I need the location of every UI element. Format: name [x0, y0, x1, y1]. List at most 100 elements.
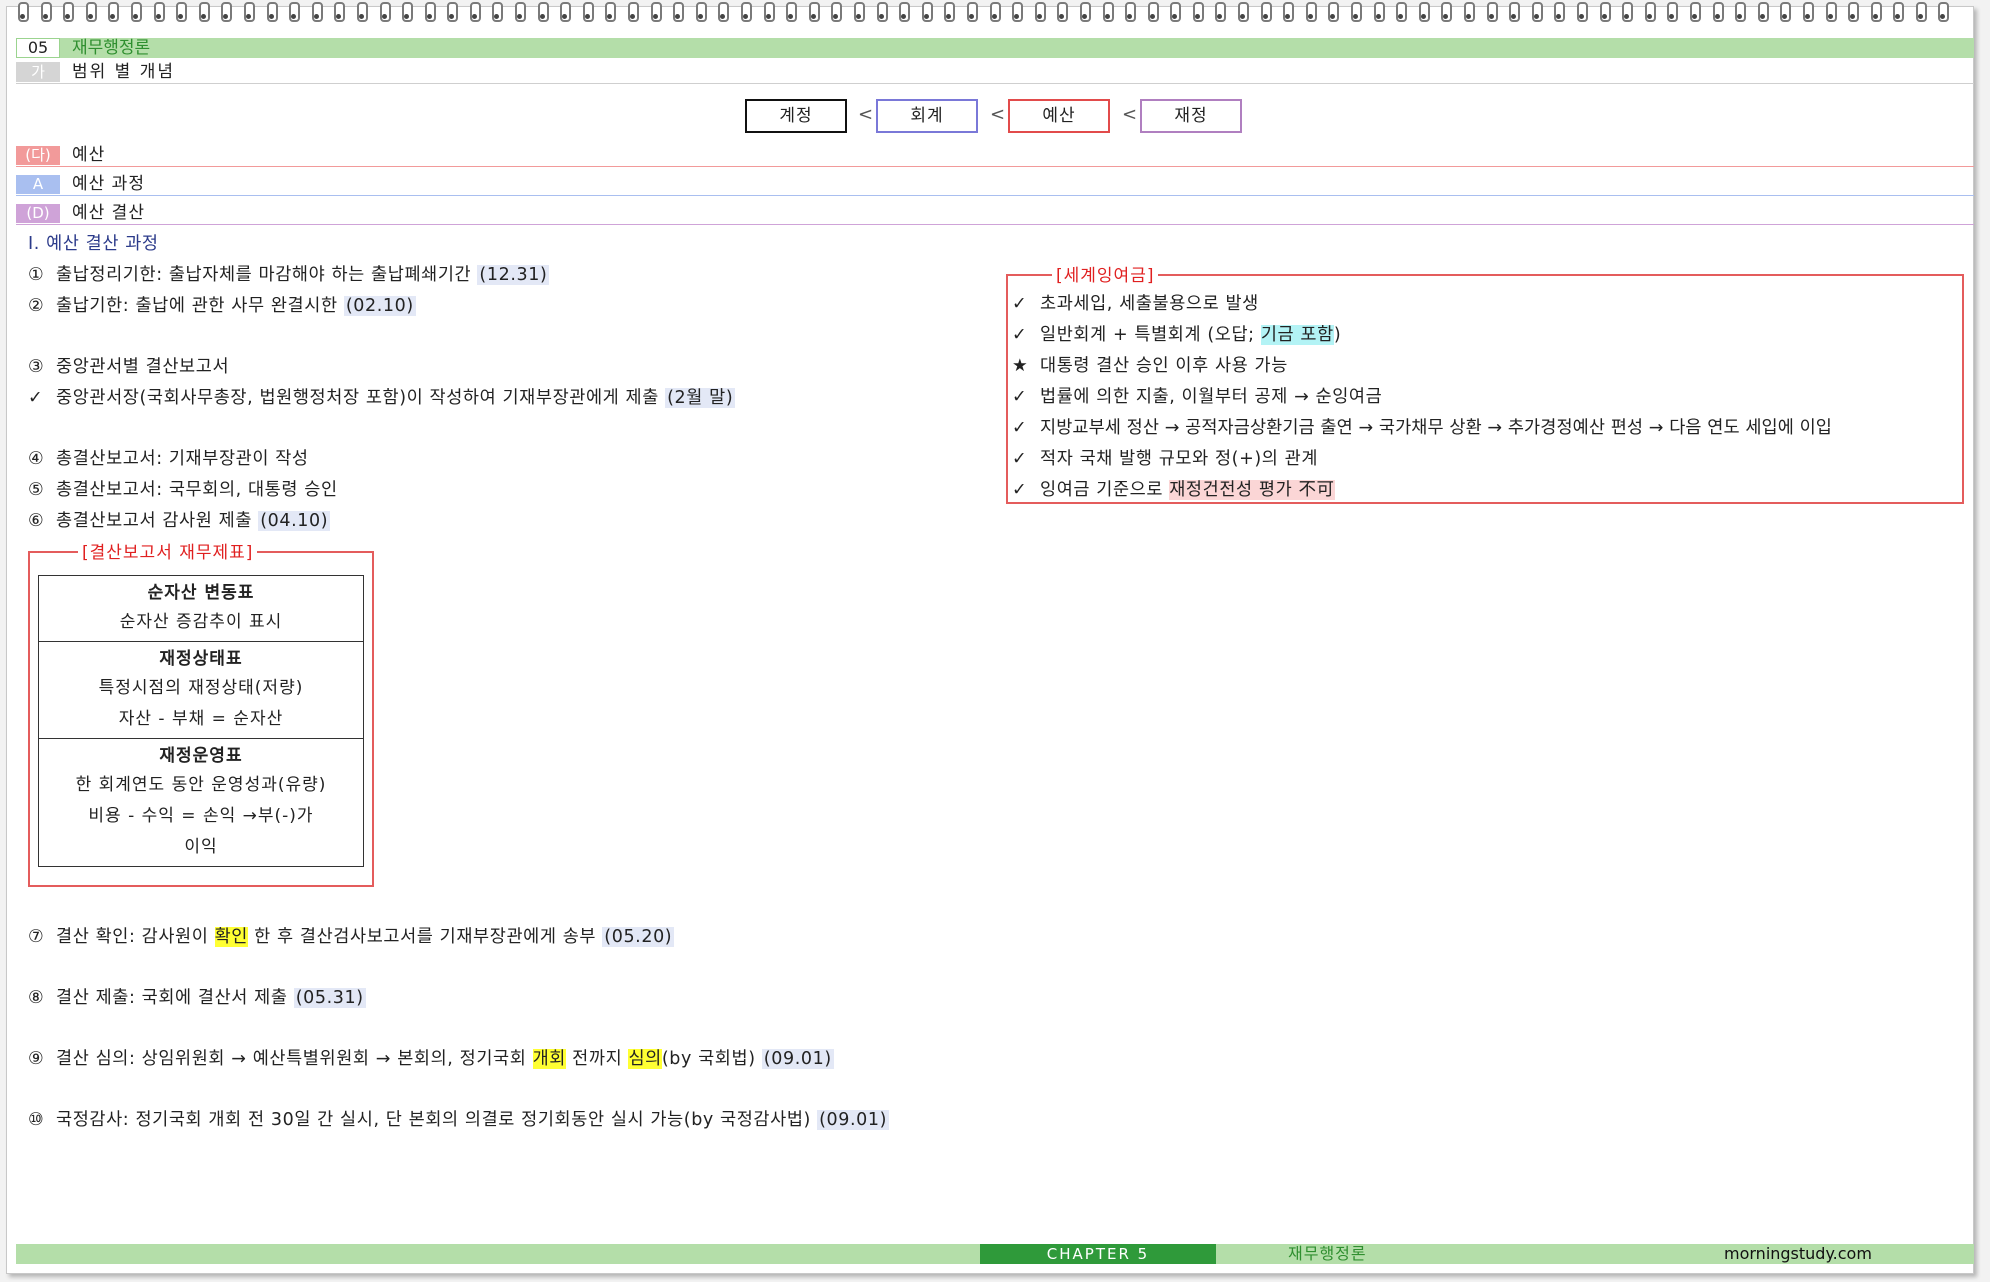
line-text: 결산 제출: 국회에 결산서 제출 [56, 988, 294, 1008]
line-text: 국정감사: 정기국회 개회 전 30일 간 실시, 단 본회의 의결로 정기회동… [56, 1110, 818, 1130]
spiral-ring [82, 0, 100, 22]
section-bar-budget-settlement [16, 204, 1974, 225]
process-line-7: ⑦ 결산 확인: 감사원이 확인 한 후 결산검사보고서를 기재부장관에게 송부 … [28, 925, 675, 949]
process-line-2: ② 출납기한: 출납에 관한 사무 완결시한 (02.10) [28, 294, 416, 318]
statement-name: 재정운영표 [159, 746, 243, 766]
spiral-ring [601, 0, 619, 22]
spiral-ring [1550, 0, 1568, 22]
circled-5: ⑤ [28, 480, 45, 500]
spiral-ring [263, 0, 281, 22]
process-line-3-detail: ✓ 중앙관서장(국회사무총장, 법원행정처장 포함)이 작성하여 기재부장관에게 … [28, 386, 736, 410]
process-line-5: ⑤ 총결산보고서: 국무회의, 대통령 승인 [28, 478, 338, 502]
process-heading: Ⅰ. 예산 결산 과정 [28, 234, 159, 254]
spiral-ring [1121, 0, 1139, 22]
process-line-1: ① 출납정리기한: 출납자체를 마감해야 하는 출납폐쇄기간 (12.31) [28, 263, 550, 287]
spiral-ring [918, 0, 936, 22]
section-bar-budget-process [16, 175, 1974, 196]
date-badge: (04.10) [258, 511, 331, 531]
spiral-ring [760, 0, 778, 22]
spiral-ring [1437, 0, 1455, 22]
spiral-ring [1302, 0, 1320, 22]
highlight-text: 재정건전성 평가 不可 [1169, 480, 1335, 500]
spiral-ring [805, 0, 823, 22]
less-than-sign: < [990, 104, 1006, 125]
spiral-ring [195, 0, 213, 22]
spiral-ring [986, 0, 1004, 22]
spiral-ring [1934, 0, 1952, 22]
spiral-ring [1505, 0, 1523, 22]
line-text: (by 국회법) [661, 1049, 762, 1069]
spiral-ring [398, 0, 416, 22]
statement-desc: 비용 - 수익 = 손익 →부(-)가 [88, 806, 314, 826]
circled-9: ⑨ [28, 1049, 45, 1069]
spiral-ring [376, 0, 394, 22]
spiral-ring [1415, 0, 1433, 22]
line-text: 적자 국채 발행 규모와 정(+)의 관계 [1040, 449, 1319, 469]
date-badge: (05.20) [602, 927, 675, 947]
statement-desc: 특정시점의 재정상태(저량) [98, 678, 304, 698]
footer-title: 재무행정론 [1288, 1244, 1367, 1263]
process-line-9: ⑨ 결산 심의: 상임위원회 → 예산특별위원회 → 본회의, 정기국회 개회 전… [28, 1047, 834, 1071]
spiral-ring [466, 0, 484, 22]
chapter-title: 재무행정론 [72, 38, 151, 58]
spiral-ring [104, 0, 122, 22]
spiral-ring [14, 0, 32, 22]
line-text: ) [1333, 325, 1342, 345]
spiral-ring [895, 0, 913, 22]
spiral-ring [1618, 0, 1636, 22]
surplus-line-2: ✓ 일반회계 + 특별회계 (오답; 기금 포함) [1012, 323, 1341, 347]
spiral-ring [1053, 0, 1071, 22]
subheader-tag: 가 [16, 62, 60, 82]
financial-statements-title: [결산보고서 재무제표] [78, 543, 258, 563]
spiral-ring [240, 0, 258, 22]
spiral-ring [1822, 0, 1840, 22]
less-than-sign: < [1122, 104, 1138, 125]
line-text: 전까지 [566, 1049, 629, 1069]
process-line-6: ⑥ 총결산보고서 감사원 제출 (04.10) [28, 509, 331, 533]
line-text: 결산 확인: 감사원이 [56, 927, 215, 947]
date-badge: (02.10) [343, 296, 416, 316]
surplus-line-3: ★ 대통령 결산 승인 이후 사용 가능 [1012, 354, 1288, 378]
statement-cell-net-assets: 순자산 변동표 순자산 증감추이 표시 [39, 576, 363, 642]
process-line-4: ④ 총결산보고서: 기재부장관이 작성 [28, 447, 309, 471]
spiral-ring [443, 0, 461, 22]
spiral-ring [669, 0, 687, 22]
date-badge: (05.31) [293, 988, 366, 1008]
concept-box-finance: 재정 [1140, 99, 1242, 133]
spiral-ring [127, 0, 145, 22]
spiral-binding [14, 0, 1974, 26]
date-badge: (09.01) [817, 1110, 890, 1130]
highlight-text: 개회 [532, 1049, 566, 1069]
spiral-ring [1844, 0, 1862, 22]
chapter-header-bar [16, 38, 1974, 58]
spiral-ring [1279, 0, 1297, 22]
surplus-line-5: ✓ 지방교부세 정산 → 공적자금상환기금 출연 → 국가채무 상환 → 추가경정… [1012, 416, 1832, 440]
spiral-ring [1731, 0, 1749, 22]
circled-7: ⑦ [28, 927, 45, 947]
statement-desc: 이익 [184, 837, 218, 857]
less-than-sign: < [858, 104, 874, 125]
spiral-ring [308, 0, 326, 22]
spiral-ring [1483, 0, 1501, 22]
date-badge: (12.31) [477, 265, 550, 285]
spiral-ring [217, 0, 235, 22]
spiral-ring [1347, 0, 1365, 22]
spiral-ring [850, 0, 868, 22]
date-badge: (09.01) [761, 1049, 834, 1069]
spiral-ring [1709, 0, 1727, 22]
spiral-ring [1031, 0, 1049, 22]
surplus-line-7: ✓ 잉여금 기준으로 재정건전성 평가 不可 [1012, 478, 1335, 502]
spiral-ring [1596, 0, 1614, 22]
highlight-text: 기금 포함 [1260, 325, 1334, 345]
surplus-title: [세계잉여금] [1052, 266, 1159, 286]
check-icon: ✓ [28, 388, 44, 408]
line-text: 출납기한: 출납에 관한 사무 완결시한 [56, 296, 338, 316]
line-text: 한 후 결산검사보고서를 기재부장관에게 송부 [248, 927, 603, 947]
spiral-ring [421, 0, 439, 22]
concept-box-accounting: 회계 [876, 99, 978, 133]
statement-desc: 한 회계연도 동안 운영성과(유량) [75, 775, 327, 795]
line-text: 중앙관서장(국회사무총장, 법원행정처장 포함)이 작성하여 기재부장관에게 제… [56, 388, 659, 408]
circled-3: ③ [28, 357, 45, 377]
spiral-ring [1799, 0, 1817, 22]
spiral-ring [1076, 0, 1094, 22]
